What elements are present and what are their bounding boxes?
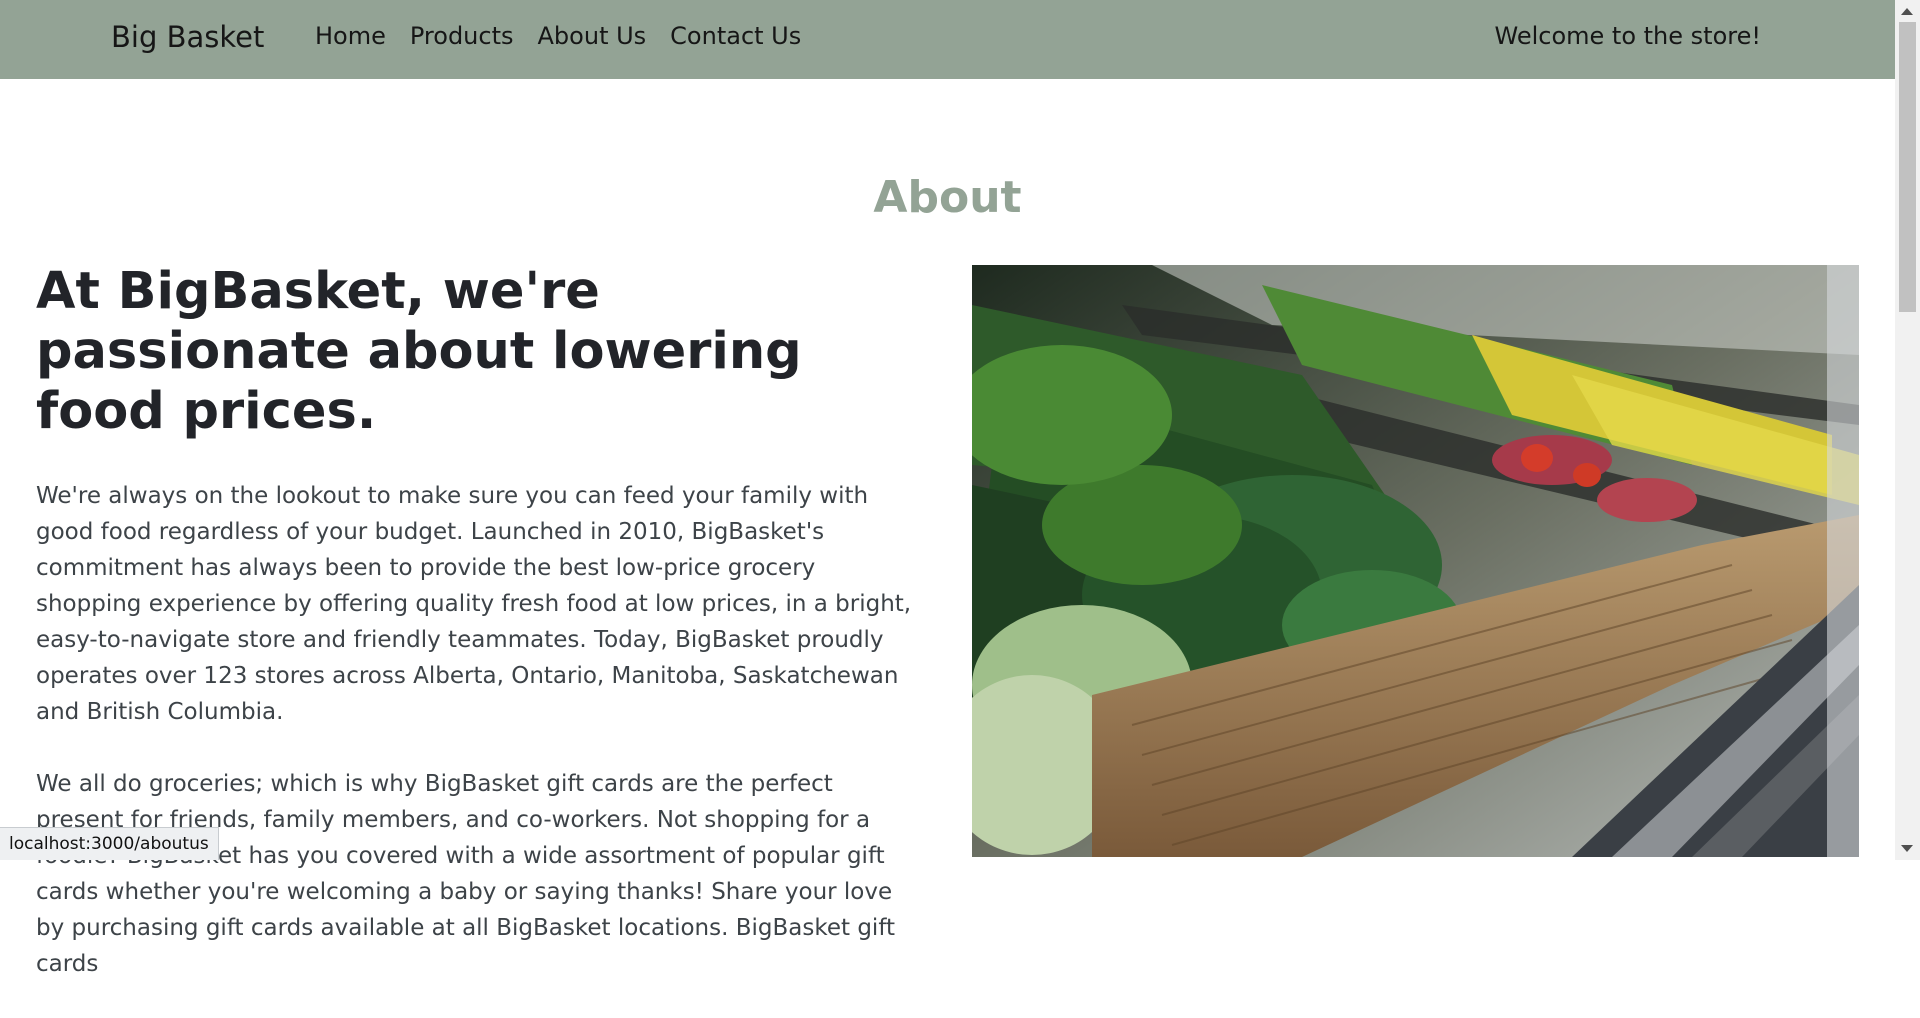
about-section-title: About xyxy=(0,172,1895,223)
brand-logo-link[interactable]: Big Basket xyxy=(111,20,264,54)
welcome-message: Welcome to the store! xyxy=(1495,22,1761,50)
nav-link-products[interactable]: Products xyxy=(410,22,514,50)
main-nav: Home Products About Us Contact Us xyxy=(315,22,825,50)
nav-link-contact-us[interactable]: Contact Us xyxy=(670,22,801,50)
about-text-column: At BigBasket, we're passionate about low… xyxy=(36,262,926,1018)
scroll-up-arrow-icon[interactable] xyxy=(1901,8,1913,15)
about-paragraph-1: We're always on the lookout to make sure… xyxy=(36,478,926,730)
about-headline: At BigBasket, we're passionate about low… xyxy=(36,262,926,442)
vertical-scrollbar[interactable] xyxy=(1895,0,1920,860)
top-navbar: Big Basket Home Products About Us Contac… xyxy=(0,0,1895,79)
grocery-shelf-image xyxy=(972,265,1859,857)
scroll-down-arrow-icon[interactable] xyxy=(1901,845,1913,852)
nav-link-home[interactable]: Home xyxy=(315,22,386,50)
scrollbar-thumb[interactable] xyxy=(1899,22,1916,312)
nav-link-about-us[interactable]: About Us xyxy=(538,22,647,50)
link-status-bar: localhost:3000/aboutus xyxy=(0,827,219,860)
about-paragraph-2: We all do groceries; which is why BigBas… xyxy=(36,766,926,982)
